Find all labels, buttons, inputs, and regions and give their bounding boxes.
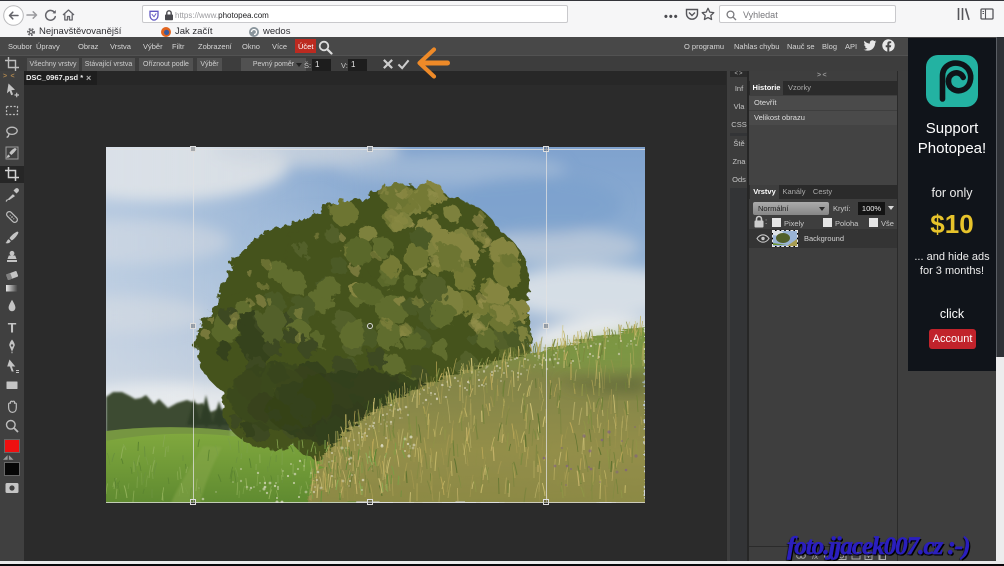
svg-text:T: T [8,320,17,336]
